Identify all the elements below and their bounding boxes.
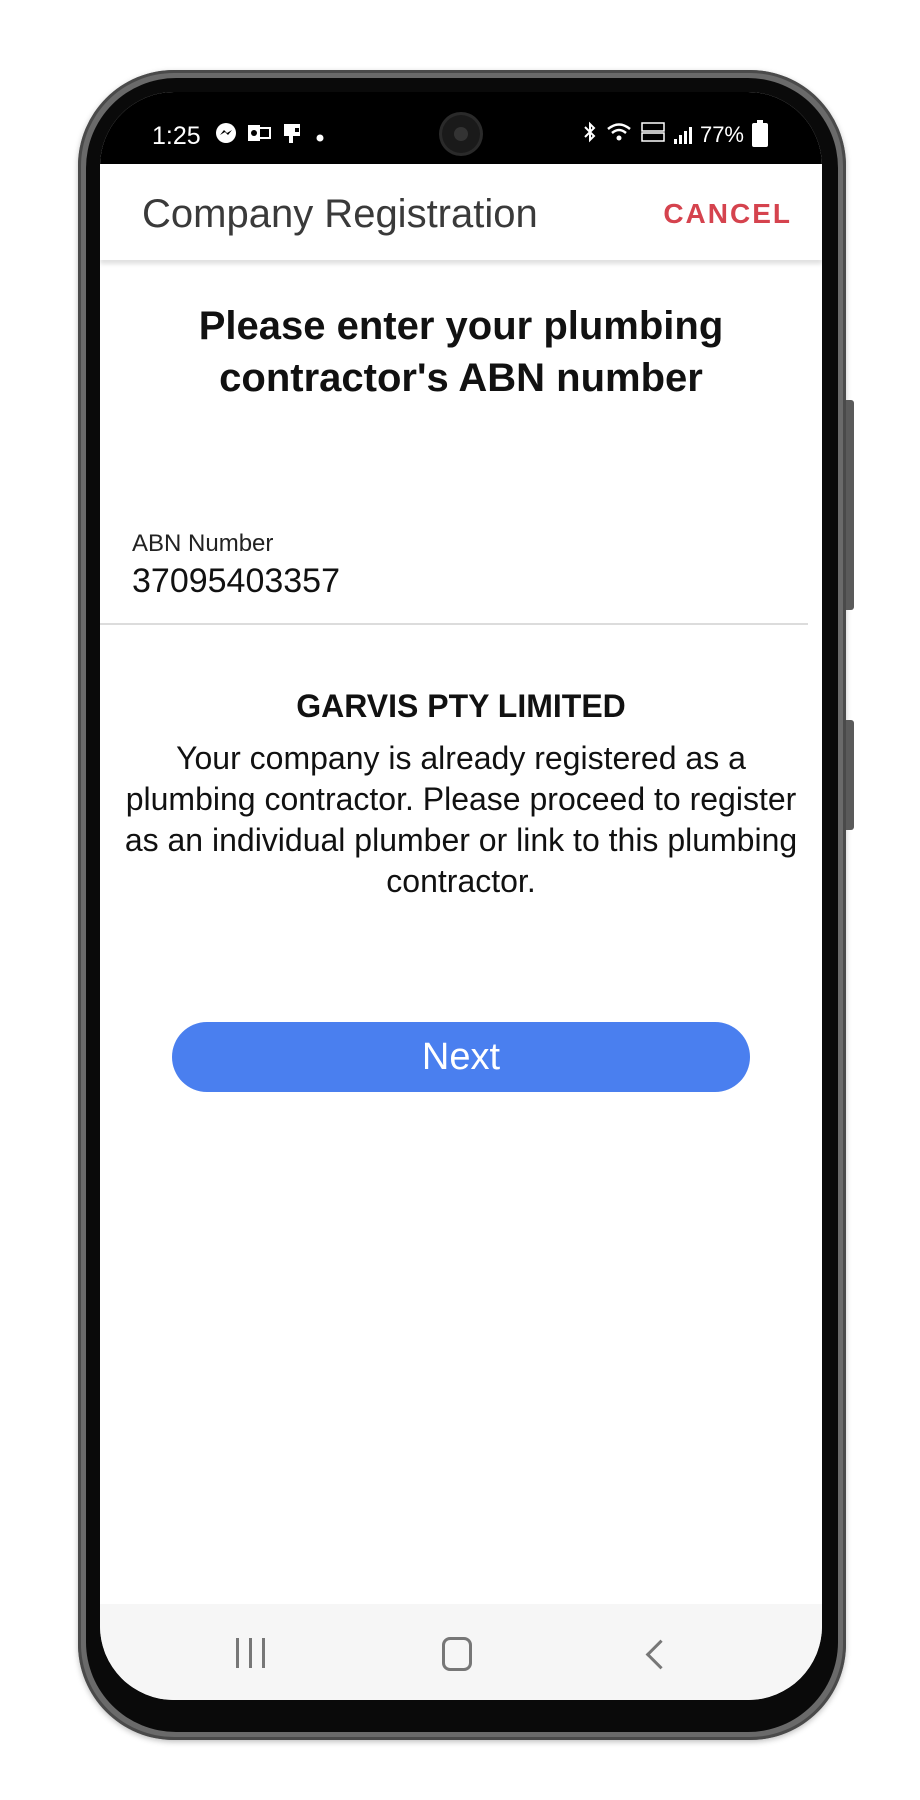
app-icon bbox=[281, 122, 305, 150]
notification-icons bbox=[215, 122, 325, 150]
navigation-bar bbox=[100, 1604, 822, 1700]
abn-field-label: ABN Number bbox=[132, 530, 274, 557]
front-camera bbox=[442, 115, 480, 153]
recents-icon[interactable] bbox=[236, 1638, 265, 1668]
status-bar: 1:25 77% bbox=[100, 92, 822, 164]
registration-message: Your company is already registered as a … bbox=[124, 740, 798, 899]
abn-input[interactable]: 37095403357 bbox=[132, 562, 340, 601]
home-icon[interactable] bbox=[442, 1637, 472, 1671]
volte-icon bbox=[640, 121, 666, 149]
battery-icon bbox=[752, 120, 768, 147]
dot-icon bbox=[315, 123, 325, 149]
instruction-heading: Please enter your plumbing contractor's … bbox=[198, 304, 724, 400]
power-button bbox=[846, 720, 854, 830]
volume-button bbox=[846, 400, 854, 610]
outlook-icon bbox=[247, 123, 271, 149]
page-title: Company Registration bbox=[142, 192, 538, 236]
back-icon[interactable] bbox=[645, 1639, 676, 1670]
signal-icon bbox=[673, 126, 692, 144]
messenger-icon bbox=[215, 122, 237, 150]
wifi-icon bbox=[606, 122, 632, 148]
company-name: GARVIS PTY LIMITED bbox=[296, 688, 626, 724]
screen: 1:25 77% Company Registration CANCEL Ple… bbox=[100, 92, 822, 1700]
abn-input-underline bbox=[100, 623, 808, 625]
app-bar: Company Registration CANCEL bbox=[100, 164, 822, 260]
bluetooth-icon bbox=[582, 121, 598, 149]
cancel-button[interactable]: CANCEL bbox=[663, 198, 792, 230]
battery-percent: 77% bbox=[699, 122, 744, 147]
next-button[interactable]: Next bbox=[172, 1022, 750, 1092]
system-icons: 77% bbox=[582, 120, 768, 149]
status-time: 1:25 bbox=[152, 122, 201, 150]
